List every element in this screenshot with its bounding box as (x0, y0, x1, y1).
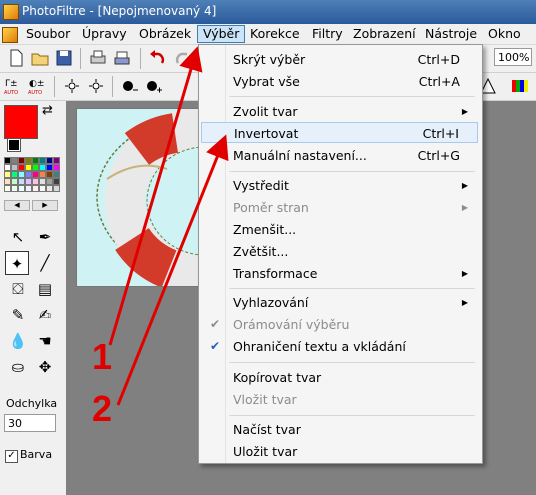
contrast-up-icon[interactable] (144, 76, 164, 96)
submenu-arrow-icon: ▶ (461, 203, 468, 212)
svg-text:Γ±: Γ± (5, 79, 18, 89)
menu-item-nacist-tvar[interactable]: Načíst tvar (201, 419, 478, 440)
submenu-arrow-icon: ▶ (461, 107, 468, 116)
menu-item-transformace[interactable]: Transformace ▶ (201, 263, 478, 284)
menu-korekce[interactable]: Korekce (245, 26, 305, 42)
menu-bar: Soubor Úpravy Obrázek Výběr Korekce Filt… (0, 24, 536, 45)
pointer-tool-icon[interactable]: ↖ (6, 225, 30, 249)
menu-item-zvetsit[interactable]: Zvětšit... (201, 241, 478, 262)
brightness-up-icon[interactable] (86, 76, 106, 96)
save-icon[interactable] (54, 48, 74, 68)
menu-item-kopirovat-tvar[interactable]: Kopírovat tvar (201, 367, 478, 388)
tolerance-label: Odchylka (6, 397, 58, 410)
menu-separator (229, 288, 475, 289)
menu-item-vyhlazovani[interactable]: Vyhlazování ▶ (201, 292, 478, 313)
menu-upravy[interactable]: Úpravy (77, 26, 132, 42)
menu-item-vystredit[interactable]: Vystředit ▶ (201, 175, 478, 196)
new-file-icon[interactable] (6, 48, 26, 68)
contrast-down-icon[interactable] (120, 76, 140, 96)
redo-icon[interactable] (172, 48, 192, 68)
rgb-icon[interactable] (510, 76, 530, 96)
auto-contrast-icon[interactable]: ◐±AUTO (28, 76, 48, 96)
open-folder-icon[interactable] (30, 48, 50, 68)
menu-filtry[interactable]: Filtry (307, 26, 348, 42)
menu-nastroje[interactable]: Nástroje (420, 26, 482, 42)
menu-item-ulozit-tvar[interactable]: Uložit tvar (201, 441, 478, 462)
menu-item-zvolit-tvar[interactable]: Zvolit tvar ▶ (201, 101, 478, 122)
menu-item-invertovat[interactable]: Invertovat Ctrl+I (201, 122, 478, 143)
menu-separator (229, 96, 475, 97)
menu-separator (229, 171, 475, 172)
menu-separator (229, 415, 475, 416)
vyber-dropdown-menu: Skrýt výběr Ctrl+D Vybrat vše Ctrl+A Zvoli… (198, 44, 483, 464)
annotation-step-2: 2 (92, 388, 113, 429)
move-tool-icon[interactable]: ✥ (33, 355, 57, 379)
color-palette[interactable] (4, 157, 60, 199)
spray-tool-icon[interactable]: ▤ (33, 277, 57, 301)
submenu-arrow-icon: ▶ (461, 269, 468, 278)
title-bar: PhotoFiltre - [Nepojmenovaný 4] (0, 0, 536, 24)
color-checkbox-label: Barva (20, 448, 53, 461)
system-menu-icon[interactable] (2, 27, 18, 43)
finger-tool-icon[interactable]: ☚ (33, 329, 57, 353)
menu-item-vybrat-vse[interactable]: Vybrat vše Ctrl+A (201, 71, 478, 92)
fill-bucket-tool-icon[interactable]: ⛋ (6, 277, 30, 301)
brush-tool-icon[interactable]: ✎ (6, 303, 30, 327)
menu-obrazek[interactable]: Obrázek (134, 26, 196, 42)
brightness-down-icon[interactable] (62, 76, 82, 96)
submenu-arrow-icon: ▶ (461, 298, 468, 307)
tool-panel: ⇄ ◀ ▶ ↖ ✒ ✦ ╱ ⛋ ▤ ✎ ✍ 💧 ☚ ⛀ ✥ Odchylka 3… (0, 101, 62, 495)
app-icon (3, 4, 19, 20)
background-color-swatch[interactable] (7, 138, 21, 152)
advanced-brush-tool-icon[interactable]: ✍ (33, 303, 57, 327)
menu-item-pomer-stran[interactable]: Poměr stran ▶ (201, 197, 478, 218)
menu-item-skryt-vyber[interactable]: Skrýt výběr Ctrl+D (201, 49, 478, 70)
menu-soubor[interactable]: Soubor (21, 26, 75, 42)
foreground-color-swatch[interactable] (4, 105, 38, 139)
menu-item-zmensit[interactable]: Zmenšit... (201, 219, 478, 240)
magic-wand-tool-icon[interactable]: ✦ (5, 251, 29, 275)
palette-prev-button[interactable]: ◀ (4, 200, 30, 211)
menu-item-ohraniceni-textu[interactable]: ✔ Ohraničení textu a vkládání (201, 336, 478, 357)
zoom-field[interactable]: 100% (494, 48, 532, 66)
blur-drop-tool-icon[interactable]: 💧 (6, 329, 30, 353)
print-icon[interactable] (88, 48, 108, 68)
menu-separator (229, 362, 475, 363)
auto-levels-icon[interactable]: Γ±AUTO (4, 76, 24, 96)
swap-colors-icon[interactable]: ⇄ (42, 103, 53, 118)
palette-next-button[interactable]: ▶ (32, 200, 58, 211)
menu-vyber[interactable]: Výběr (197, 25, 246, 43)
eyedropper-tool-icon[interactable]: ✒ (33, 225, 57, 249)
tolerance-input[interactable]: 30 (4, 414, 56, 432)
menu-item-manualni-nastaveni[interactable]: Manuální nastavení... Ctrl+G (201, 145, 478, 166)
svg-text:AUTO: AUTO (4, 90, 18, 96)
window-title: PhotoFiltre - [Nepojmenovaný 4] (22, 4, 217, 18)
annotation-step-1: 1 (92, 336, 113, 377)
svg-text:◐±: ◐± (29, 79, 44, 89)
menu-okno[interactable]: Okno (483, 26, 526, 42)
clone-stamp-tool-icon[interactable]: ⛀ (6, 355, 30, 379)
scan-icon[interactable] (112, 48, 132, 68)
menu-item-vlozit-tvar[interactable]: Vložit tvar (201, 389, 478, 410)
svg-text:AUTO: AUTO (28, 90, 42, 96)
undo-icon[interactable] (148, 48, 168, 68)
color-checkbox[interactable]: ✓ (5, 450, 18, 463)
checkmark-icon: ✔ (210, 317, 221, 331)
menu-item-oramovani-vyberu[interactable]: ✔ Orámování výběru (201, 314, 478, 335)
menu-zobrazeni[interactable]: Zobrazení (348, 26, 421, 42)
line-tool-icon[interactable]: ╱ (33, 251, 57, 275)
checkmark-icon: ✔ (210, 339, 221, 353)
submenu-arrow-icon: ▶ (461, 181, 468, 190)
